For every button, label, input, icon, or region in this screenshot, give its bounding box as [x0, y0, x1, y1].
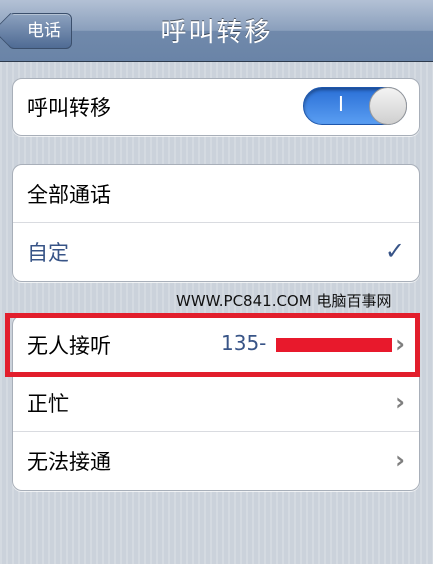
call-forwarding-row: 呼叫转移 I	[13, 79, 419, 135]
custom-label: 自定	[27, 241, 69, 265]
list-item-unreachable[interactable]: 无法接通 ›	[13, 432, 419, 490]
busy-label: 正忙	[27, 391, 69, 416]
checkmark-icon: ✓	[384, 237, 405, 265]
list-item-all-calls[interactable]: 全部通话	[13, 165, 419, 223]
switch-on-label: I	[338, 92, 344, 116]
page-title: 呼叫转移	[160, 18, 273, 48]
all-calls-label: 全部通话	[27, 182, 111, 207]
highlight-box	[5, 313, 420, 377]
call-forwarding-toggle-group: 呼叫转移 I	[12, 78, 420, 136]
call-forwarding-label: 呼叫转移	[27, 96, 111, 120]
list-item-busy[interactable]: 正忙 ›	[13, 374, 419, 432]
call-forwarding-switch[interactable]: I	[303, 87, 407, 125]
watermark-text: WWW.PC841.COM 电脑百事网	[176, 292, 392, 310]
chevron-right-icon: ›	[395, 388, 405, 416]
switch-knob[interactable]	[369, 87, 407, 125]
forward-mode-group: 全部通话 自定 ✓	[12, 164, 420, 282]
nav-bar: 电话 呼叫转移	[0, 0, 433, 62]
chevron-right-icon: ›	[395, 446, 405, 474]
unreachable-label: 无法接通	[27, 450, 111, 474]
list-item-custom[interactable]: 自定 ✓	[13, 223, 419, 281]
